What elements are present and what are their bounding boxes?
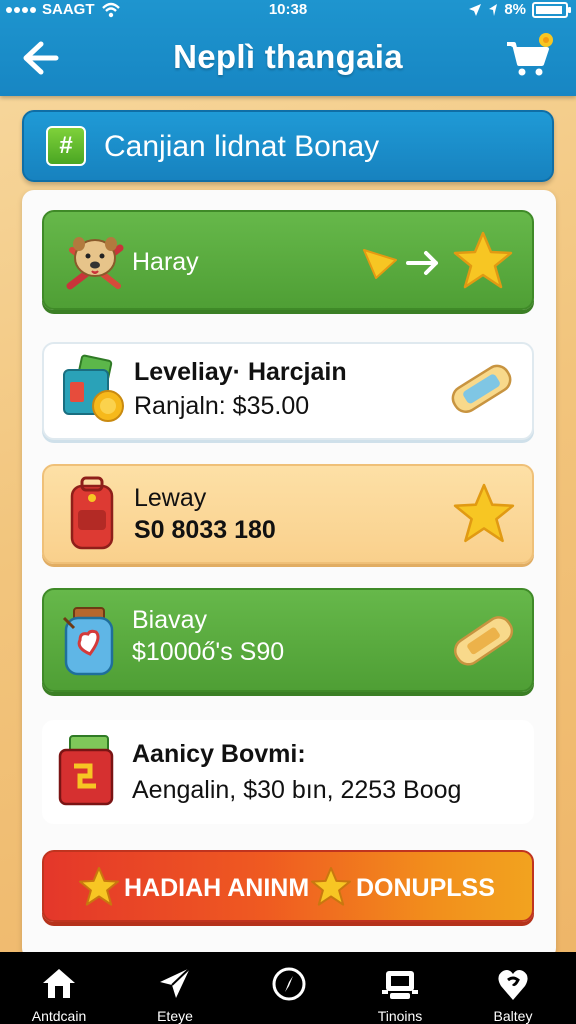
offer-card-1[interactable]: Haray — [42, 210, 534, 310]
backpack-icon — [70, 476, 114, 550]
nav-item-home[interactable]: Antdcain — [4, 952, 114, 1024]
hash-badge-icon: # — [46, 126, 86, 166]
battery-percent: 8% — [504, 1, 526, 18]
card-subtitle: S0 8033 180 — [134, 516, 276, 544]
location-icon — [469, 3, 482, 16]
promo-banner[interactable]: # Canjian lidnat Bonay — [22, 110, 554, 182]
app-header: SAAGT 10:38 8% Neplì thangaia — [0, 0, 576, 96]
nav-label: Antdcain — [31, 1008, 87, 1024]
send-icon — [160, 967, 191, 998]
robot-icon — [382, 971, 418, 999]
bottom-nav: Antdcain Eteye Tinoins Baltey — [0, 952, 576, 1024]
card-title: Haray — [132, 248, 199, 276]
nav-label: Tinoins — [377, 1008, 423, 1024]
card-title: Biavay — [132, 606, 208, 634]
offer-card-2[interactable]: Leveliay· Harcjain Ranjaln: $35.00 — [42, 342, 534, 440]
offer-card-5[interactable]: Aanicy Bovmi: Aengalin, $30 bın, 2253 Bo… — [42, 720, 534, 824]
jar-icon — [62, 607, 114, 676]
ticket-icon — [451, 364, 512, 414]
compass-icon — [272, 967, 306, 1001]
battery-icon — [532, 1, 571, 18]
arrow-right-icon — [406, 251, 438, 275]
banner-text: Canjian lidnat Bonay — [104, 130, 380, 163]
dog-avatar-icon — [66, 237, 124, 290]
bonus-cta-button[interactable]: HADIAH ANINM DONUPLSS — [42, 850, 534, 922]
home-icon — [43, 969, 75, 998]
status-bar: SAAGT 10:38 8% — [0, 0, 576, 22]
offer-card-4[interactable]: Biavay $1000ő's S90 — [42, 588, 534, 692]
offer-card-3[interactable]: Leway S0 8033 180 — [42, 464, 534, 564]
nav-item-explore[interactable] — [234, 952, 344, 1024]
cart-button[interactable] — [504, 30, 554, 80]
nav-label: Baltey — [493, 1008, 533, 1024]
star-icon — [453, 231, 513, 289]
cta-label-right: DONUPLSS — [356, 874, 495, 902]
nav-label: Eteye — [157, 1008, 193, 1024]
offer-panel: Haray Leveliay· Harcjain Ranjaln: $35.00 — [22, 190, 556, 960]
star-icon — [79, 867, 119, 906]
card-subtitle: $1000ő's S90 — [132, 638, 285, 666]
status-right: 8% — [468, 1, 571, 18]
heart-pin-icon — [498, 970, 528, 1000]
page-title: Neplì thangaia — [173, 38, 403, 75]
card-subtitle: Ranjaln: $35.00 — [134, 392, 310, 420]
card-title: Leway — [134, 484, 207, 512]
card-subtitle: Aengalin, $30 bın, 2253 Boog — [132, 776, 462, 804]
nav-item-baltey[interactable]: Baltey — [458, 952, 568, 1024]
arrow-icon — [363, 249, 397, 279]
star-icon — [311, 867, 351, 906]
cta-label-left: HADIAH ANINM — [124, 874, 310, 902]
nav-item-send[interactable]: Eteye — [120, 952, 230, 1024]
card-title: Leveliay· Harcjain — [134, 358, 347, 386]
card-title: Aanicy Bovmi: — [132, 740, 306, 768]
ticket-icon — [453, 616, 514, 666]
star-icon — [453, 483, 515, 543]
gift-box-icon — [58, 735, 114, 806]
cash-box-icon — [63, 354, 124, 422]
location-icon-2 — [489, 3, 498, 16]
nav-item-tinoins[interactable]: Tinoins — [345, 952, 455, 1024]
cart-icon — [507, 33, 553, 76]
